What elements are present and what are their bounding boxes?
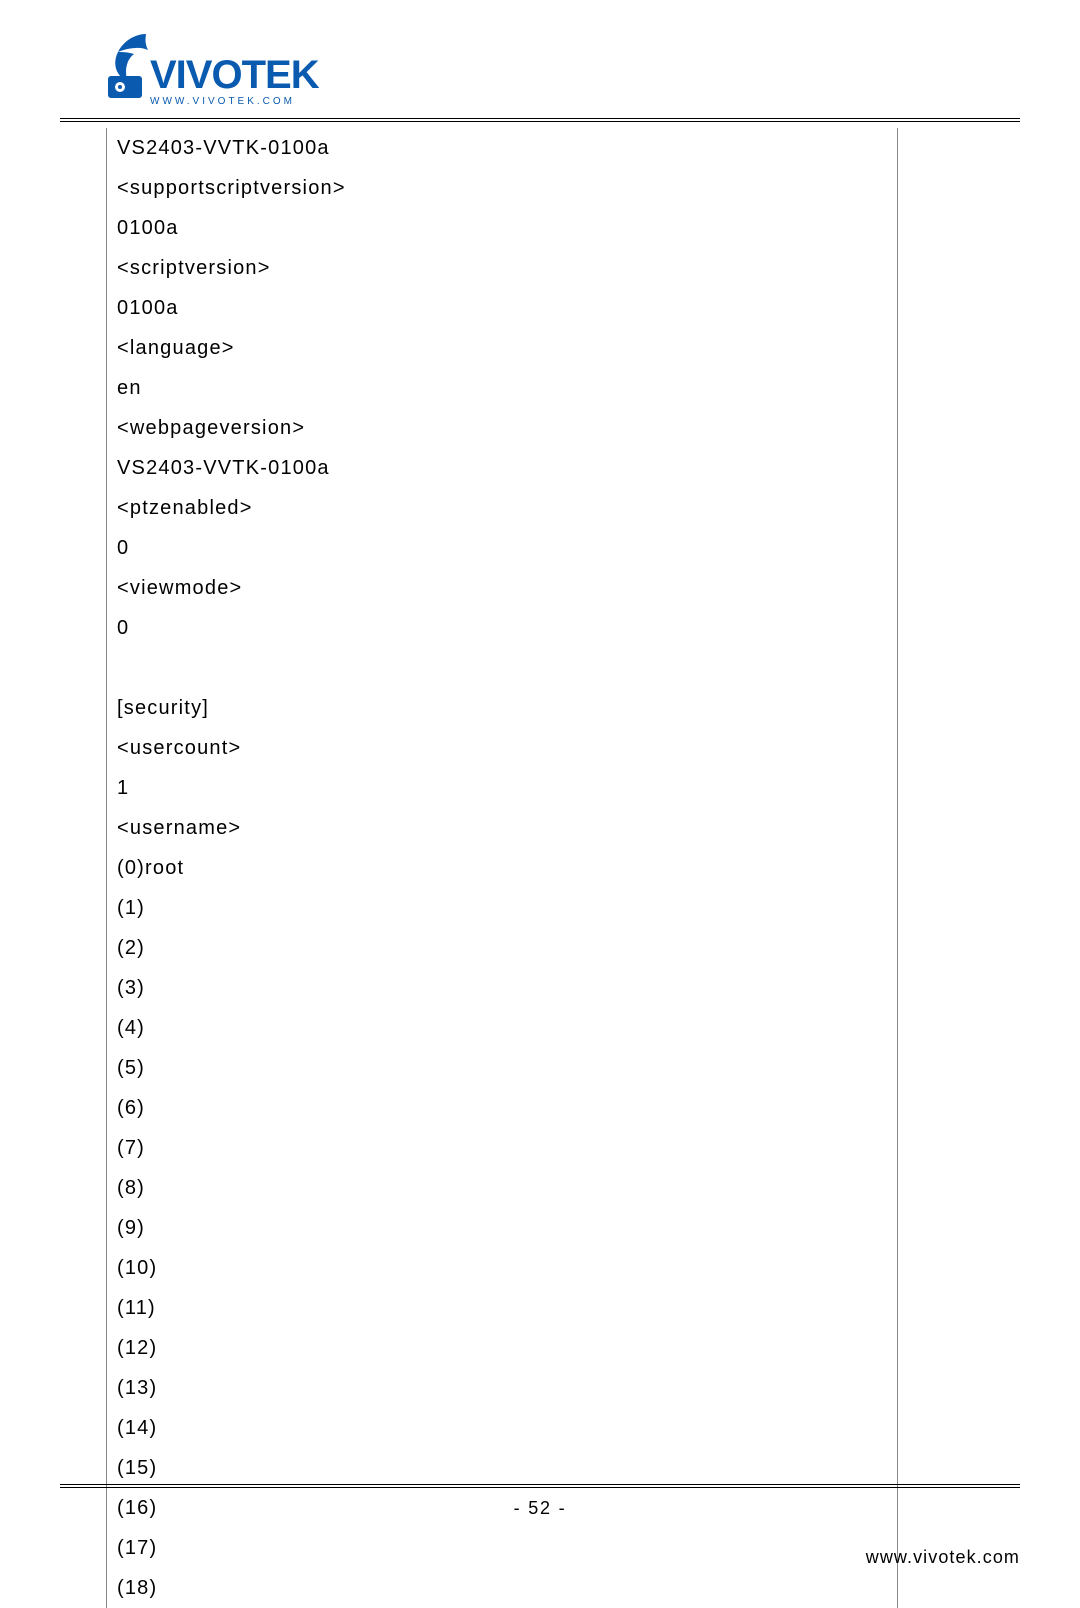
page-footer: - 52 - www.vivotek.com xyxy=(60,1484,1020,1568)
document-page: VIVOTEK WWW.VIVOTEK.COM VS2403-VVTK-0100… xyxy=(0,0,1080,1608)
table-cell: (12) xyxy=(107,1328,898,1368)
table-cell: <supportscriptversion> xyxy=(107,168,898,208)
table-cell: (10) xyxy=(107,1248,898,1288)
table-cell: (0)root xyxy=(107,848,898,888)
table-row: <viewmode> xyxy=(107,568,898,608)
table-cell: (5) xyxy=(107,1048,898,1088)
parameter-table: VS2403-VVTK-0100a<supportscriptversion>0… xyxy=(106,128,898,1608)
table-row: (7) xyxy=(107,1128,898,1168)
header-divider xyxy=(60,118,1020,122)
table-row: 0 xyxy=(107,528,898,568)
table-cell: <ptzenabled> xyxy=(107,488,898,528)
table-cell: (8) xyxy=(107,1168,898,1208)
table-cell: <username> xyxy=(107,808,898,848)
table-row: (0)root xyxy=(107,848,898,888)
table-cell: (7) xyxy=(107,1128,898,1168)
table-row: (6) xyxy=(107,1088,898,1128)
page-number: - 52 - xyxy=(60,1498,1020,1519)
table-cell: (3) xyxy=(107,968,898,1008)
table-row: 0100a xyxy=(107,208,898,248)
table-cell: (2) xyxy=(107,928,898,968)
table-row: VS2403-VVTK-0100a xyxy=(107,448,898,488)
table-cell: en xyxy=(107,368,898,408)
table-row: 0100a xyxy=(107,288,898,328)
table-cell: (13) xyxy=(107,1368,898,1408)
logo-brand-text: VIVOTEK xyxy=(150,53,320,97)
table-row: (14) xyxy=(107,1408,898,1448)
table-cell: (18) xyxy=(107,1568,898,1608)
table-cell: (14) xyxy=(107,1408,898,1448)
table-cell: 1 xyxy=(107,768,898,808)
table-row: 0 xyxy=(107,608,898,648)
table-row: (3) xyxy=(107,968,898,1008)
table-row: (12) xyxy=(107,1328,898,1368)
table-cell: (6) xyxy=(107,1088,898,1128)
table-row: [security] xyxy=(107,688,898,728)
table-row xyxy=(107,648,898,688)
table-cell: (9) xyxy=(107,1208,898,1248)
table-row: 1 xyxy=(107,768,898,808)
table-row: (4) xyxy=(107,1008,898,1048)
table-row: <language> xyxy=(107,328,898,368)
table-row: VS2403-VVTK-0100a xyxy=(107,128,898,168)
table-row: (8) xyxy=(107,1168,898,1208)
table-row: (1) xyxy=(107,888,898,928)
table-cell: (15) xyxy=(107,1448,898,1488)
table-cell: <usercount> xyxy=(107,728,898,768)
table-row: (13) xyxy=(107,1368,898,1408)
table-cell: <scriptversion> xyxy=(107,248,898,288)
logo-svg: VIVOTEK WWW.VIVOTEK.COM xyxy=(106,30,366,108)
footer-divider xyxy=(60,1484,1020,1488)
table-row: (9) xyxy=(107,1208,898,1248)
table-row: (18) xyxy=(107,1568,898,1608)
table-row: (5) xyxy=(107,1048,898,1088)
table-cell: [security] xyxy=(107,688,898,728)
table-cell: 0 xyxy=(107,528,898,568)
table-cell: 0100a xyxy=(107,208,898,248)
table-row: (15) xyxy=(107,1448,898,1488)
table-row: <username> xyxy=(107,808,898,848)
table-cell: VS2403-VVTK-0100a xyxy=(107,448,898,488)
vivotek-logo: VIVOTEK WWW.VIVOTEK.COM xyxy=(106,30,1020,108)
logo-subtext: WWW.VIVOTEK.COM xyxy=(150,96,295,107)
table-row: (2) xyxy=(107,928,898,968)
table-cell xyxy=(107,648,898,688)
table-row: <supportscriptversion> xyxy=(107,168,898,208)
table-cell: <viewmode> xyxy=(107,568,898,608)
table-cell: (1) xyxy=(107,888,898,928)
table-row: <scriptversion> xyxy=(107,248,898,288)
table-row: en xyxy=(107,368,898,408)
table-row: (10) xyxy=(107,1248,898,1288)
table-row: (11) xyxy=(107,1288,898,1328)
table-row: <ptzenabled> xyxy=(107,488,898,528)
table-cell: <language> xyxy=(107,328,898,368)
table-cell: VS2403-VVTK-0100a xyxy=(107,128,898,168)
footer-url: www.vivotek.com xyxy=(60,1547,1020,1568)
table-cell: (4) xyxy=(107,1008,898,1048)
table-cell: 0100a xyxy=(107,288,898,328)
table-cell: 0 xyxy=(107,608,898,648)
table-cell: <webpageversion> xyxy=(107,408,898,448)
table-cell: (11) xyxy=(107,1288,898,1328)
table-row: <usercount> xyxy=(107,728,898,768)
table-row: <webpageversion> xyxy=(107,408,898,448)
